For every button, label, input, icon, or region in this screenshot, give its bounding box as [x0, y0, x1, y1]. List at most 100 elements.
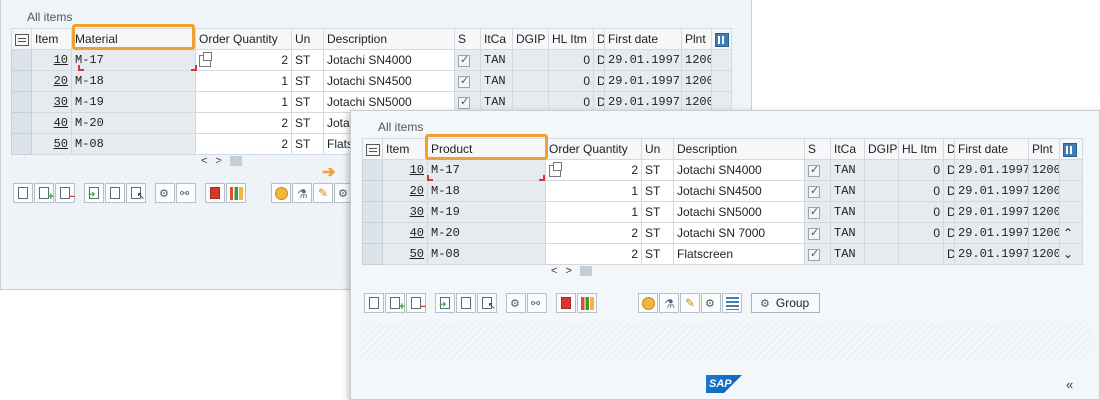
un-cell[interactable]: ST	[641, 201, 674, 223]
select-all-button[interactable]	[456, 293, 476, 313]
product-cell[interactable]: M-19	[427, 201, 546, 223]
row-selector[interactable]	[362, 159, 383, 181]
pricing-button[interactable]	[271, 183, 291, 203]
row-selector[interactable]	[11, 112, 32, 134]
checkbox[interactable]	[808, 184, 820, 198]
checkbox[interactable]	[808, 247, 820, 261]
desc-cell[interactable]: Jotachi SN4000	[323, 49, 455, 71]
desc-cell[interactable]: Jotachi SN4000	[673, 159, 805, 181]
pdf-button[interactable]	[556, 293, 576, 313]
s-cell[interactable]	[454, 70, 481, 92]
column-settings-icon[interactable]	[1059, 138, 1083, 160]
chart-button[interactable]	[226, 183, 246, 203]
qty-cell[interactable]: 2	[545, 159, 642, 181]
network-button[interactable]: ⚯	[176, 183, 196, 203]
checkbox[interactable]	[808, 205, 820, 219]
delete-row-button[interactable]	[55, 183, 75, 203]
row-selector[interactable]	[362, 243, 383, 265]
add-row-button[interactable]	[385, 293, 405, 313]
qty-cell[interactable]: 2	[545, 243, 642, 265]
network-button[interactable]: ⚯	[527, 293, 547, 313]
details-button[interactable]	[13, 183, 33, 203]
col-s[interactable]: S	[804, 138, 831, 160]
col-plnt[interactable]: Plnt	[681, 28, 712, 50]
checkbox[interactable]	[458, 95, 470, 109]
row-selector[interactable]	[11, 91, 32, 113]
col-un[interactable]: Un	[291, 28, 324, 50]
move-button[interactable]	[84, 183, 104, 203]
qty-cell[interactable]: 1	[545, 180, 642, 202]
checkbox[interactable]	[808, 163, 820, 177]
product-cell[interactable]: M-08	[427, 243, 546, 265]
checkbox[interactable]	[458, 53, 470, 67]
desc-cell[interactable]: Jotachi SN4500	[673, 180, 805, 202]
row-selector[interactable]	[11, 49, 32, 71]
material-cell[interactable]: M-19	[71, 91, 196, 113]
deselect-button[interactable]	[477, 293, 497, 313]
col-d[interactable]: D	[943, 138, 955, 160]
col-dgip[interactable]: DGIP	[864, 138, 899, 160]
select-all-button[interactable]	[105, 183, 125, 203]
header-settings-icon[interactable]	[362, 138, 383, 160]
column-settings-icon[interactable]	[711, 28, 732, 50]
structure-button[interactable]: ⚙	[701, 293, 721, 313]
s-cell[interactable]	[804, 180, 831, 202]
col-d[interactable]: D	[593, 28, 605, 50]
un-cell[interactable]: ST	[641, 222, 674, 244]
table-row[interactable]: 50 M-08 2 ST Flatscreen TAN D 29.01.1997…	[362, 243, 1083, 265]
s-cell[interactable]	[804, 159, 831, 181]
row-selector[interactable]	[362, 222, 383, 244]
flask-button[interactable]: ⚗	[659, 293, 679, 313]
table-row[interactable]: 10 M-17 2 ST Jotachi SN4000 TAN 0 D 29.0…	[11, 49, 732, 71]
col-dgip[interactable]: DGIP	[512, 28, 549, 50]
checkbox[interactable]	[458, 74, 470, 88]
table-row[interactable]: 30 M-19 1 ST Jotachi SN5000 TAN 0 D 29.0…	[362, 201, 1083, 223]
flask-button[interactable]: ⚗	[292, 183, 312, 203]
col-item[interactable]: Item	[382, 138, 428, 160]
product-cell[interactable]: M-18	[427, 180, 546, 202]
un-cell[interactable]: ST	[641, 243, 674, 265]
col-itca[interactable]: ItCa	[830, 138, 865, 160]
desc-cell[interactable]: Jotachi SN5000	[673, 201, 805, 223]
scroll-down-icon[interactable]: ⌄	[1063, 247, 1073, 261]
row-selector[interactable]	[362, 201, 383, 223]
add-row-button[interactable]	[34, 183, 54, 203]
config-button[interactable]: ⚙	[155, 183, 175, 203]
move-button[interactable]	[435, 293, 455, 313]
s-cell[interactable]	[804, 222, 831, 244]
qty-cell[interactable]: 2	[545, 222, 642, 244]
product-cell[interactable]: M-17	[427, 159, 546, 181]
col-s[interactable]: S	[454, 28, 481, 50]
desc-cell[interactable]: Flatscreen	[673, 243, 805, 265]
un-cell[interactable]: ST	[291, 70, 324, 92]
col-un[interactable]: Un	[641, 138, 674, 160]
checkbox[interactable]	[808, 226, 820, 240]
un-cell[interactable]: ST	[291, 49, 324, 71]
qty-cell[interactable]: 2	[195, 112, 292, 134]
col-first-date[interactable]: First date	[604, 28, 682, 50]
desc-cell[interactable]: Jotachi SN 7000	[673, 222, 805, 244]
qty-cell[interactable]: 1	[195, 70, 292, 92]
un-cell[interactable]: ST	[291, 91, 324, 113]
col-order-quantity[interactable]: Order Quantity	[195, 28, 292, 50]
row-selector[interactable]	[362, 180, 383, 202]
col-description[interactable]: Description	[673, 138, 805, 160]
s-cell[interactable]	[804, 243, 831, 265]
delete-row-button[interactable]	[406, 293, 426, 313]
col-item[interactable]: Item	[31, 28, 72, 50]
col-order-quantity[interactable]: Order Quantity	[545, 138, 642, 160]
col-hl-itm[interactable]: HL Itm	[548, 28, 594, 50]
horizontal-scrollbar[interactable]: < >	[551, 265, 600, 277]
table-row[interactable]: 20 M-18 1 ST Jotachi SN4500 TAN 0 D 29.0…	[362, 180, 1083, 202]
un-cell[interactable]: ST	[291, 112, 324, 134]
product-cell[interactable]: M-20	[427, 222, 546, 244]
edit-button[interactable]: ✎	[313, 183, 333, 203]
collapse-icon[interactable]: «	[1066, 377, 1073, 392]
edit-button[interactable]: ✎	[680, 293, 700, 313]
col-itca[interactable]: ItCa	[480, 28, 513, 50]
pricing-button[interactable]	[638, 293, 658, 313]
qty-cell[interactable]: 2	[195, 49, 292, 71]
row-selector[interactable]	[11, 70, 32, 92]
col-first-date[interactable]: First date	[954, 138, 1029, 160]
material-cell[interactable]: M-17	[71, 49, 196, 71]
